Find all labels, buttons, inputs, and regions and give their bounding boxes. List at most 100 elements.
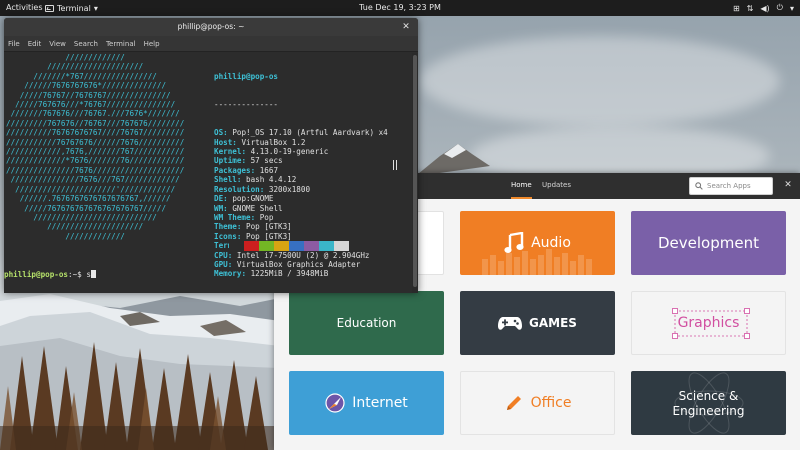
info-row: Memory: 1225MiB / 3948MiB — [214, 269, 388, 278]
info-value: VirtualBox Graphics Adapter — [236, 259, 361, 269]
tray-chevron-down-icon[interactable]: ▾ — [790, 4, 794, 13]
info-key: Icons — [214, 231, 237, 241]
category-tile-development[interactable]: Development — [631, 211, 786, 275]
info-key: Theme — [214, 222, 237, 232]
category-tile-science-engineering[interactable]: Science & Engineering — [631, 371, 786, 435]
menu-terminal[interactable]: Terminal — [106, 40, 136, 48]
info-row: Resolution: 3200x1800 — [214, 185, 388, 194]
info-key: OS — [214, 128, 224, 138]
volume-icon[interactable]: ◀) — [760, 4, 769, 13]
info-colon: : — [250, 165, 260, 175]
info-row: CPU: Intel i7-7500U (2) @ 2.904GHz — [214, 251, 388, 260]
close-icon[interactable]: ✕ — [400, 21, 412, 33]
info-colon: : — [223, 128, 233, 138]
menu-file[interactable]: File — [8, 40, 20, 48]
mouse-ibeam-cursor — [393, 160, 397, 170]
pen-icon — [506, 396, 521, 410]
info-key: Uptime — [214, 156, 242, 166]
network-icon[interactable]: ⇅ — [747, 4, 754, 13]
activities-button[interactable]: Activities — [6, 0, 43, 16]
terminal-titlebar[interactable]: phillip@pop-os: ~ ✕ — [4, 18, 418, 36]
info-row: Uptime: 57 secs — [214, 156, 388, 165]
ascii-line: ////////////,7676,///////767/////////// — [6, 147, 185, 157]
menu-help[interactable]: Help — [144, 40, 160, 48]
info-row: WM: GNOME Shell — [214, 204, 388, 213]
close-icon[interactable]: ✕ — [782, 179, 794, 191]
info-colon: : — [223, 203, 233, 213]
pop-os-ascii-logo: ///////////// ///////////////////// ////… — [6, 53, 184, 241]
ascii-line: ///////////////7676///767//////////// — [6, 175, 180, 185]
terminal-menubar: File Edit View Search Terminal Help — [4, 36, 418, 52]
clock[interactable]: Tue Dec 19, 3:23 PM — [359, 3, 441, 12]
info-row: Icons: Pop [GTK3] — [214, 232, 388, 241]
info-key: Host — [214, 137, 233, 147]
info-key: Resolution — [214, 184, 260, 194]
apps-grid-icon[interactable]: ⊞ — [733, 4, 740, 13]
window-title: phillip@pop-os: ~ — [177, 22, 245, 31]
info-key: DE — [214, 194, 224, 204]
palette-swatch — [229, 241, 244, 251]
info-colon: : — [236, 231, 247, 241]
search-box[interactable] — [689, 177, 773, 195]
shell-prompt: phillip@pop-os:~$ s — [4, 270, 96, 279]
info-row: GPU: VirtualBox Graphics Adapter — [214, 260, 388, 269]
app-menu-button[interactable]: Terminal ▾ — [45, 0, 98, 16]
terminal-output[interactable]: ///////////// ///////////////////// ////… — [4, 53, 412, 293]
color-palette — [229, 241, 349, 251]
ascii-line: /////767676///*76767/////////////// — [6, 100, 176, 110]
info-value: Pop [GTK3] — [246, 222, 292, 232]
info-value: 1667 — [259, 165, 279, 175]
ascii-line: //////////////////////'//////////// — [6, 184, 176, 194]
ascii-line: /////////////////////////// — [6, 212, 157, 222]
info-colon: : — [227, 259, 237, 269]
category-tile-office[interactable]: Office — [460, 371, 615, 435]
system-tray[interactable]: ⊞ ⇅ ◀) ⏻ ▾ — [733, 0, 794, 16]
info-row: Packages: 1667 — [214, 166, 388, 175]
info-colon: : — [259, 184, 269, 194]
app-menu-label: Terminal — [57, 3, 91, 13]
info-value: 4.13.0-19-generic — [250, 147, 329, 157]
globe-icon — [325, 393, 345, 413]
info-row: WM Theme: Pop — [214, 213, 388, 222]
text-cursor — [90, 270, 96, 278]
info-row: Shell: bash 4.4.12 — [214, 175, 388, 184]
tile-label-line-2: Engineering — [672, 403, 745, 418]
menu-search[interactable]: Search — [74, 40, 98, 48]
tile-label: Education — [336, 316, 397, 330]
terminal-scrollbar[interactable] — [412, 53, 418, 293]
ascii-line: ///////////////7676//////////////////// — [6, 165, 185, 175]
info-value: 3200x1800 — [268, 184, 311, 194]
tile-label-line-1: Science & — [678, 388, 739, 403]
category-tile-games[interactable]: GAMES — [460, 291, 615, 355]
ascii-line: ///////////////////// — [6, 62, 144, 72]
palette-swatch — [259, 241, 274, 251]
separator: -------------- — [214, 100, 279, 110]
tile-label: Development — [658, 234, 759, 252]
power-icon[interactable]: ⏻ — [777, 3, 783, 13]
info-colon: : — [250, 212, 260, 222]
tile-label: Graphics — [677, 315, 740, 331]
scrollbar-thumb[interactable] — [413, 55, 417, 287]
category-tile-audio[interactable]: Audio — [460, 211, 615, 275]
info-value: 1225MiB / 3948MiB — [250, 269, 329, 279]
menu-view[interactable]: View — [49, 40, 66, 48]
category-tile-graphics[interactable]: Graphics — [631, 291, 786, 355]
menu-edit[interactable]: Edit — [28, 40, 42, 48]
category-tile-education[interactable]: Education — [289, 291, 444, 355]
info-value: pop:GNOME — [232, 194, 274, 204]
info-key: WM — [214, 203, 224, 213]
tile-label: Office — [530, 395, 572, 411]
info-value: Pop!_OS 17.10 (Artful Aardvark) x4 — [232, 128, 388, 138]
search-input[interactable] — [707, 182, 767, 190]
tab-home[interactable]: Home — [511, 173, 532, 199]
info-key: CPU — [214, 250, 228, 260]
info-key: Kernel — [214, 147, 242, 157]
terminal-icon — [45, 4, 54, 12]
category-tile-internet[interactable]: Internet — [289, 371, 444, 435]
palette-swatch — [334, 241, 349, 251]
info-row: Theme: Pop [GTK3] — [214, 222, 388, 231]
gamepad-icon — [498, 317, 523, 330]
info-value: Intel i7-7500U (2) @ 2.904GHz — [236, 250, 370, 260]
tab-updates[interactable]: Updates — [542, 173, 571, 199]
ascii-line: /////767676767676767676767///// — [6, 203, 167, 213]
